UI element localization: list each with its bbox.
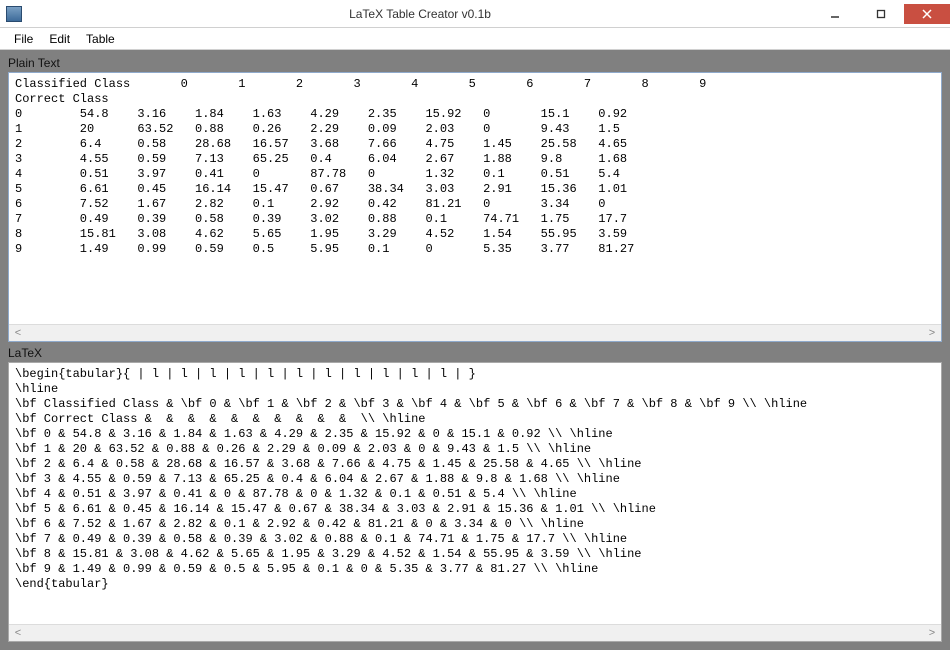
scroll-right-icon[interactable]: >: [925, 627, 939, 639]
latex-hscrollbar[interactable]: < >: [9, 624, 941, 641]
maximize-button[interactable]: [858, 4, 904, 24]
menu-edit[interactable]: Edit: [43, 30, 76, 48]
latex-text-area[interactable]: \begin{tabular}{ | l | l | l | l | l | l…: [9, 363, 941, 624]
menu-file[interactable]: File: [8, 30, 39, 48]
plain-hscrollbar[interactable]: < >: [9, 324, 941, 341]
close-button[interactable]: [904, 4, 950, 24]
latex-label: LaTeX: [8, 346, 942, 360]
window-title: LaTeX Table Creator v0.1b: [28, 7, 812, 21]
menu-table[interactable]: Table: [80, 30, 121, 48]
plain-text-label: Plain Text: [8, 56, 942, 70]
plain-text-area[interactable]: Classified Class 0 1 2 3 4 5 6 7 8 9 Cor…: [9, 73, 941, 324]
plain-text-pane: Classified Class 0 1 2 3 4 5 6 7 8 9 Cor…: [8, 72, 942, 342]
minimize-button[interactable]: [812, 4, 858, 24]
scroll-left-icon[interactable]: <: [11, 627, 25, 639]
titlebar[interactable]: LaTeX Table Creator v0.1b: [0, 0, 950, 28]
menubar: File Edit Table: [0, 28, 950, 50]
window-controls: [812, 4, 950, 24]
scroll-left-icon[interactable]: <: [11, 327, 25, 339]
client-area: Plain Text Classified Class 0 1 2 3 4 5 …: [0, 50, 950, 650]
latex-pane: \begin{tabular}{ | l | l | l | l | l | l…: [8, 362, 942, 642]
scroll-right-icon[interactable]: >: [925, 327, 939, 339]
app-icon: [6, 6, 22, 22]
app-window: LaTeX Table Creator v0.1b File Edit Tabl…: [0, 0, 950, 650]
